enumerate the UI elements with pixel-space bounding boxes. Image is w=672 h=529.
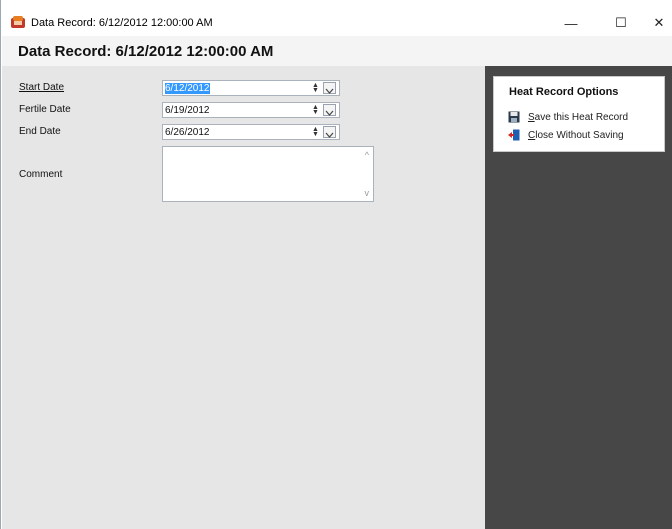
heat-record-options-panel: Heat Record Options Save this Heat Recor… [493,76,665,152]
start-date-picker[interactable]: 6/12/2012 ▲ ▼ [162,80,340,96]
save-record-button[interactable]: Save this Heat Record [508,110,628,124]
fertile-date-picker[interactable]: 6/19/2012 ▲ ▼ [162,102,340,118]
fertile-date-label: Fertile Date [19,104,71,115]
spin-updown-icon[interactable]: ▲ ▼ [311,126,320,138]
close-label: lose Without Saving [535,129,624,141]
exit-door-icon [508,129,520,141]
scroll-up-icon[interactable]: ^ [365,150,369,160]
app-icon [11,16,25,28]
page-title: Data Record: 6/12/2012 12:00:00 AM [18,43,274,60]
dropdown-button[interactable] [323,126,336,138]
fertile-date-value[interactable]: 6/19/2012 [165,105,210,116]
comment-textarea[interactable]: ^ v [162,146,374,202]
comment-label: Comment [19,169,63,180]
end-date-label: End Date [19,126,61,137]
start-date-label: Start Date [19,82,65,93]
save-label: ave this Heat Record [534,111,629,123]
minimize-icon: — [564,15,578,31]
save-disk-icon [508,111,520,123]
close-icon: ✕ [653,15,665,30]
close-button[interactable]: ✕ [639,10,672,36]
start-date-value[interactable]: 6/12/2012 [165,83,210,94]
page-header: Data Record: 6/12/2012 12:00:00 AM [2,36,672,66]
title-bar: Data Record: 6/12/2012 12:00:00 AM — ☐ ✕ [1,0,672,36]
options-title: Heat Record Options [509,86,619,98]
chevron-down-icon [325,132,334,138]
close-without-saving-button[interactable]: Close Without Saving [508,128,624,142]
minimize-button[interactable]: — [551,10,591,36]
dropdown-button[interactable] [323,104,336,116]
maximize-button[interactable]: ☐ [601,10,641,36]
dropdown-button[interactable] [323,82,336,94]
chevron-down-icon [325,110,334,116]
app-window: Data Record: 6/12/2012 12:00:00 AM — ☐ ✕… [0,0,672,529]
spin-updown-icon[interactable]: ▲ ▼ [311,104,320,116]
save-mnemonic: S [528,111,535,123]
chevron-down-icon [325,88,334,94]
scroll-down-icon[interactable]: v [365,188,370,198]
maximize-icon: ☐ [615,15,627,30]
end-date-picker[interactable]: 6/26/2012 ▲ ▼ [162,124,340,140]
end-date-value[interactable]: 6/26/2012 [165,127,210,138]
window-title: Data Record: 6/12/2012 12:00:00 AM [31,17,213,29]
spin-updown-icon[interactable]: ▲ ▼ [311,82,320,94]
